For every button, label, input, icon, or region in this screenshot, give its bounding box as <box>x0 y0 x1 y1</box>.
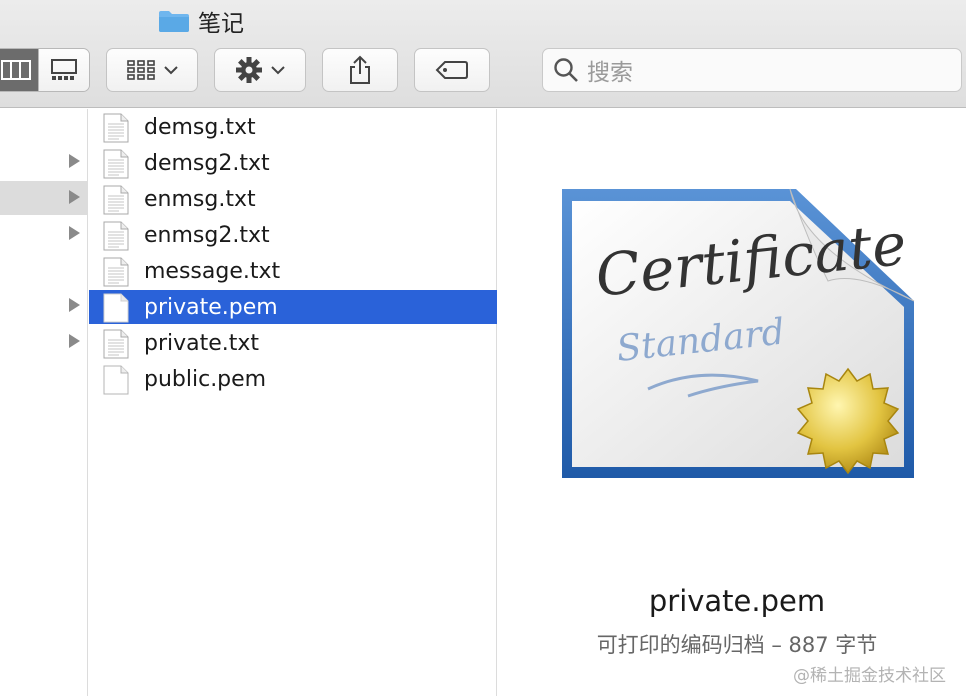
file-name: enmsg.txt <box>144 186 256 212</box>
text-file-icon <box>103 113 129 143</box>
chevron-down-icon <box>271 66 285 75</box>
file-row[interactable]: private.txt <box>89 326 497 360</box>
blank-file-icon <box>103 365 129 395</box>
disclosure-arrow-icon[interactable] <box>69 190 80 204</box>
file-list: demsg.txt demsg2.txt enmsg.txt enmsg2.tx… <box>89 109 497 696</box>
group-by-button[interactable] <box>106 48 198 92</box>
action-menu-button[interactable] <box>214 48 306 92</box>
share-icon <box>350 55 370 84</box>
blank-file-icon <box>103 293 129 323</box>
window-title: 笔记 <box>158 6 244 37</box>
preview-pane: Certificate Standard private.pem 可打印的编码归… <box>498 109 966 696</box>
columns-view-button[interactable] <box>0 49 38 91</box>
certificate-icon: Certificate Standard <box>562 188 915 478</box>
preview-file-info: 可打印的编码归档 – 887 字节 <box>596 633 878 657</box>
file-row[interactable]: demsg2.txt <box>89 146 497 180</box>
gear-icon <box>236 57 262 83</box>
disclosure-arrow-icon[interactable] <box>69 226 80 240</box>
disclosure-arrow-icon[interactable] <box>69 154 80 168</box>
search-icon <box>554 58 578 82</box>
file-name: private.txt <box>144 330 260 356</box>
columns-view-icon <box>0 60 31 80</box>
disclosure-arrow-icon[interactable] <box>69 298 80 312</box>
folder-icon <box>159 11 189 32</box>
text-file-icon <box>103 329 129 359</box>
tag-button[interactable] <box>414 48 490 92</box>
window-toolbar: 笔记 搜索 <box>0 0 966 108</box>
disclosure-arrow-icon[interactable] <box>69 334 80 348</box>
file-name: enmsg2.txt <box>144 222 270 248</box>
text-file-icon <box>103 149 129 179</box>
file-row[interactable]: message.txt <box>89 254 497 288</box>
gallery-view-button[interactable] <box>38 49 89 91</box>
chevron-down-icon <box>164 66 178 75</box>
watermark-text: @稀土掘金技术社区 <box>793 666 946 686</box>
file-row[interactable]: demsg.txt <box>89 110 497 144</box>
file-row[interactable]: enmsg2.txt <box>89 218 497 252</box>
share-button[interactable] <box>322 48 398 92</box>
preview-filename: private.pem <box>648 584 826 618</box>
view-mode-segmented <box>0 48 90 92</box>
gallery-view-icon <box>51 59 77 80</box>
file-name: private.pem <box>144 294 278 320</box>
search-field[interactable]: 搜索 <box>542 48 962 92</box>
search-placeholder: 搜索 <box>587 60 633 86</box>
file-row-selected[interactable]: private.pem <box>89 290 497 324</box>
file-name: message.txt <box>144 258 281 284</box>
text-file-icon <box>103 257 129 287</box>
text-file-icon <box>103 221 129 251</box>
grid-group-icon <box>127 60 155 80</box>
file-row[interactable]: public.pem <box>89 362 497 396</box>
file-row[interactable]: enmsg.txt <box>89 182 497 216</box>
file-name: public.pem <box>144 366 267 392</box>
tag-icon <box>435 61 468 79</box>
window-title-text: 笔记 <box>198 11 244 37</box>
file-name: demsg.txt <box>144 114 256 140</box>
text-file-icon <box>103 185 129 215</box>
file-name: demsg2.txt <box>144 150 270 176</box>
